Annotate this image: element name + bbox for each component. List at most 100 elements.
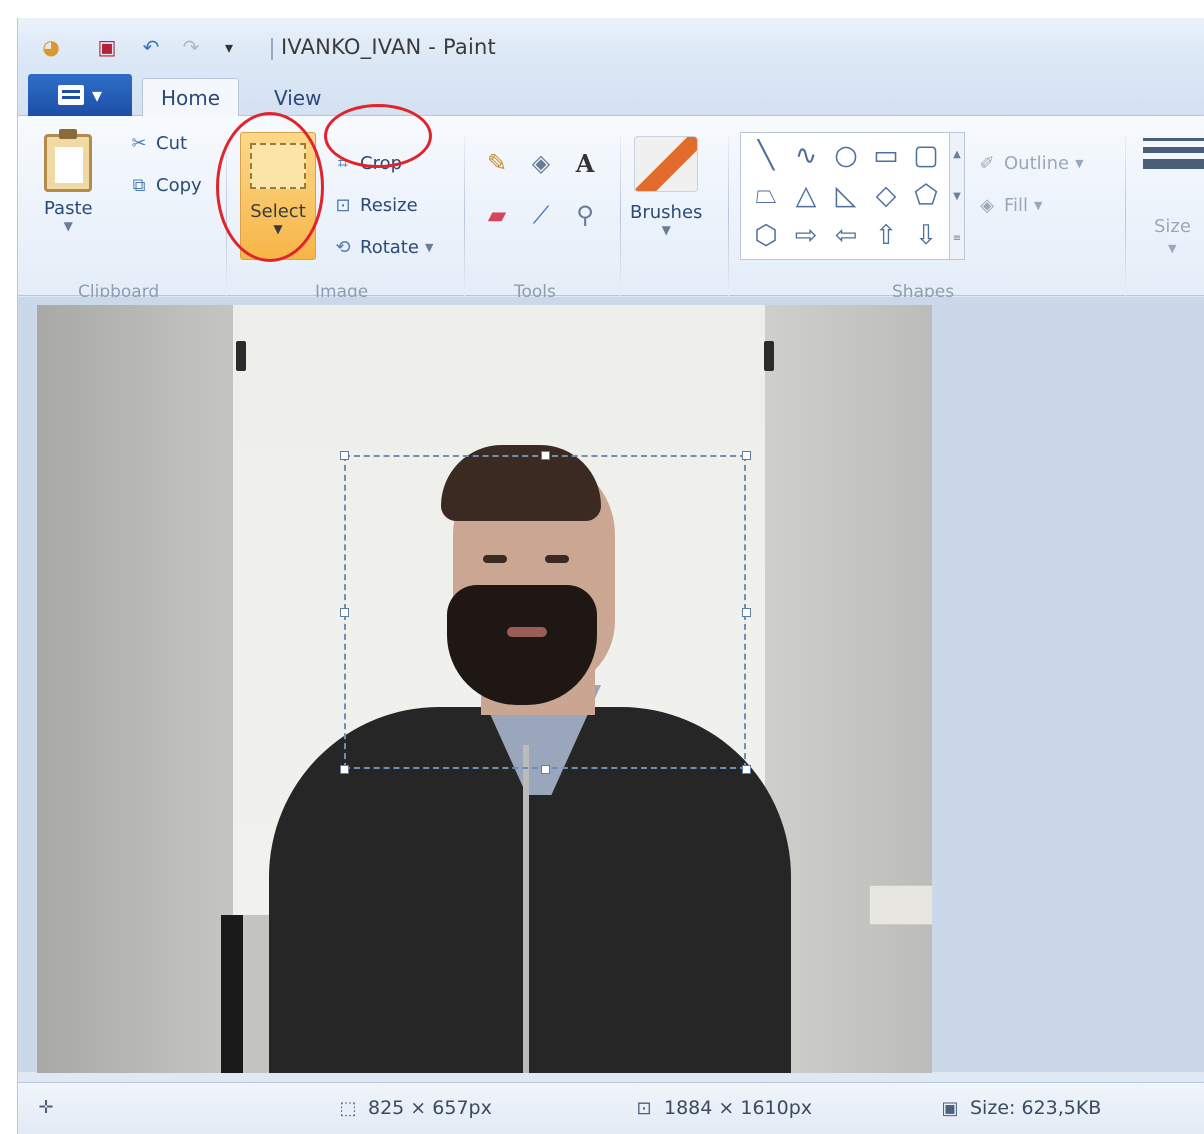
- board-clip: [764, 341, 774, 371]
- group-separator: [1125, 136, 1126, 296]
- scissors-icon: ✂: [131, 132, 147, 154]
- image-size: ⊡ 1884 × 1610px: [632, 1097, 812, 1119]
- rotate-label: Rotate: [360, 236, 419, 258]
- resize-button[interactable]: ⊡ Resize: [332, 192, 418, 218]
- paint-menu-button[interactable]: ▾: [28, 74, 132, 116]
- status-bar: ✛ ⬚ 825 × 657px ⊡ 1884 × 1610px ▣ Size: …: [18, 1082, 1204, 1134]
- chevron-down-icon: ▼: [1168, 242, 1177, 255]
- window-title: IVANKO_IVAN - Paint: [281, 35, 496, 59]
- oval-icon[interactable]: ○: [827, 137, 865, 173]
- cut-label: Cut: [156, 132, 188, 154]
- disk-icon: ▣: [941, 1097, 959, 1119]
- selection-size: ⬚ 825 × 657px: [336, 1097, 492, 1119]
- board-clip: [236, 341, 246, 371]
- title-bar: ◕ ▣ ↶ ↷ ▾ IVANKO_IVAN - Paint: [18, 18, 1204, 72]
- shapes-scrollbar[interactable]: ▲ ▼ ≡: [949, 132, 965, 260]
- selection-handle[interactable]: [340, 608, 349, 617]
- scroll-down-icon[interactable]: ▼: [953, 191, 961, 202]
- group-separator: [728, 136, 729, 296]
- hexagon-icon[interactable]: ⬡: [747, 217, 785, 253]
- selection-handle[interactable]: [742, 451, 751, 460]
- tab-home[interactable]: Home: [142, 78, 240, 117]
- chevron-down-icon: ▼: [661, 223, 671, 237]
- size-icon[interactable]: [1143, 138, 1204, 184]
- selection-handle[interactable]: [340, 451, 349, 460]
- selection-handle[interactable]: [541, 765, 550, 774]
- selection-handle[interactable]: [742, 608, 751, 617]
- chevron-down-icon: ▼: [63, 219, 73, 233]
- pentagon-icon[interactable]: ⬠: [907, 177, 945, 213]
- eraser-icon[interactable]: ▰: [478, 198, 516, 232]
- canvas-area[interactable]: [18, 297, 1204, 1073]
- table: [869, 885, 932, 925]
- file-size-value: Size: 623,5KB: [970, 1097, 1102, 1119]
- shapes-grid: ╲ ∿ ○ ▭ ▢ ⏢ △ ◺ ◇ ⬠ ⬡ ⇨ ⇦ ⇧ ⇩: [747, 137, 945, 253]
- selection-handle[interactable]: [340, 765, 349, 774]
- brushes-button[interactable]: Brushes ▼: [630, 136, 702, 237]
- image-size-value: 1884 × 1610px: [664, 1097, 813, 1119]
- jacket-zipper: [523, 745, 529, 1073]
- curve-icon[interactable]: ∿: [787, 137, 825, 173]
- fill-button[interactable]: ◈ Fill ▼: [976, 192, 1043, 218]
- ribbon-tabs: ▾ Home View: [18, 72, 1204, 117]
- cursor-position-icon: ✛: [38, 1096, 54, 1118]
- fill-icon[interactable]: ◈: [522, 146, 560, 180]
- copy-button[interactable]: ⧉ Copy: [128, 172, 202, 198]
- paint-window: ◕ ▣ ↶ ↷ ▾ IVANKO_IVAN - Paint ▾ Home Vie…: [17, 18, 1204, 1134]
- shapes-gallery: ╲ ∿ ○ ▭ ▢ ⏢ △ ◺ ◇ ⬠ ⬡ ⇨ ⇦ ⇧ ⇩: [740, 132, 950, 260]
- copy-icon: ⧉: [132, 174, 146, 196]
- tools-grid: ✎ ◈ A ▰ ⟋ ⚲: [478, 146, 608, 232]
- fill-label: Fill: [1004, 194, 1029, 216]
- paste-label: Paste: [44, 198, 93, 219]
- color-picker-icon[interactable]: ⟋: [522, 198, 560, 232]
- redo-icon[interactable]: ↷: [178, 34, 204, 60]
- undo-icon[interactable]: ↶: [138, 34, 164, 60]
- rectangle-icon[interactable]: ▭: [867, 137, 905, 173]
- diamond-icon[interactable]: ◇: [867, 177, 905, 213]
- left-arrow-icon[interactable]: ⇦: [827, 217, 865, 253]
- rounded-rectangle-icon[interactable]: ▢: [907, 137, 945, 173]
- text-icon[interactable]: A: [566, 146, 604, 180]
- cut-button[interactable]: ✂ Cut: [128, 130, 187, 156]
- paste-icon: [44, 129, 93, 192]
- resize-icon: ⊡: [335, 194, 351, 216]
- right-arrow-icon[interactable]: ⇨: [787, 217, 825, 253]
- canvas-image[interactable]: [37, 305, 932, 1073]
- polygon-icon[interactable]: ⏢: [747, 177, 785, 213]
- brush-icon: [634, 136, 699, 192]
- right-triangle-icon[interactable]: ◺: [827, 177, 865, 213]
- chevron-down-icon: ▾: [91, 83, 103, 107]
- selection-rectangle[interactable]: [344, 455, 746, 769]
- selection-handle[interactable]: [541, 451, 550, 460]
- selection-size-value: 825 × 657px: [368, 1097, 492, 1119]
- resize-label: Resize: [360, 194, 418, 216]
- chevron-down-icon: ▼: [1034, 198, 1043, 212]
- title-separator: [271, 38, 273, 60]
- expand-gallery-icon[interactable]: ≡: [953, 233, 961, 244]
- image-size-icon: ⊡: [636, 1097, 652, 1119]
- down-arrow-icon[interactable]: ⇩: [907, 217, 945, 253]
- scroll-up-icon[interactable]: ▲: [953, 149, 961, 160]
- up-arrow-icon[interactable]: ⇧: [867, 217, 905, 253]
- rotate-button[interactable]: ⟲ Rotate ▼: [332, 234, 433, 260]
- rotate-icon: ⟲: [335, 236, 351, 258]
- selection-handle[interactable]: [742, 765, 751, 774]
- save-icon[interactable]: ▣: [94, 34, 120, 60]
- ribbon: Paste ▼ ✂ Cut ⧉ Copy Clipboard Select ▼ …: [18, 116, 1204, 302]
- fill-bucket-icon: ◈: [980, 194, 994, 216]
- copy-label: Copy: [156, 174, 202, 196]
- line-icon[interactable]: ╲: [747, 137, 785, 173]
- board-stand: [221, 915, 243, 1073]
- outline-label: Outline: [1004, 152, 1070, 174]
- annotation-circle-crop: [324, 104, 432, 168]
- paste-button[interactable]: Paste ▼: [44, 129, 93, 233]
- pencil-icon[interactable]: ✎: [478, 146, 516, 180]
- selection-size-icon: ⬚: [339, 1097, 357, 1119]
- customize-quick-access-icon[interactable]: ▾: [216, 34, 242, 60]
- triangle-icon[interactable]: △: [787, 177, 825, 213]
- paint-app-icon[interactable]: ◕: [38, 34, 64, 60]
- chevron-down-icon: ▼: [424, 240, 434, 254]
- magnifier-icon[interactable]: ⚲: [566, 198, 604, 232]
- menu-icon: [57, 85, 84, 105]
- outline-button[interactable]: ✐ Outline ▼: [976, 150, 1083, 176]
